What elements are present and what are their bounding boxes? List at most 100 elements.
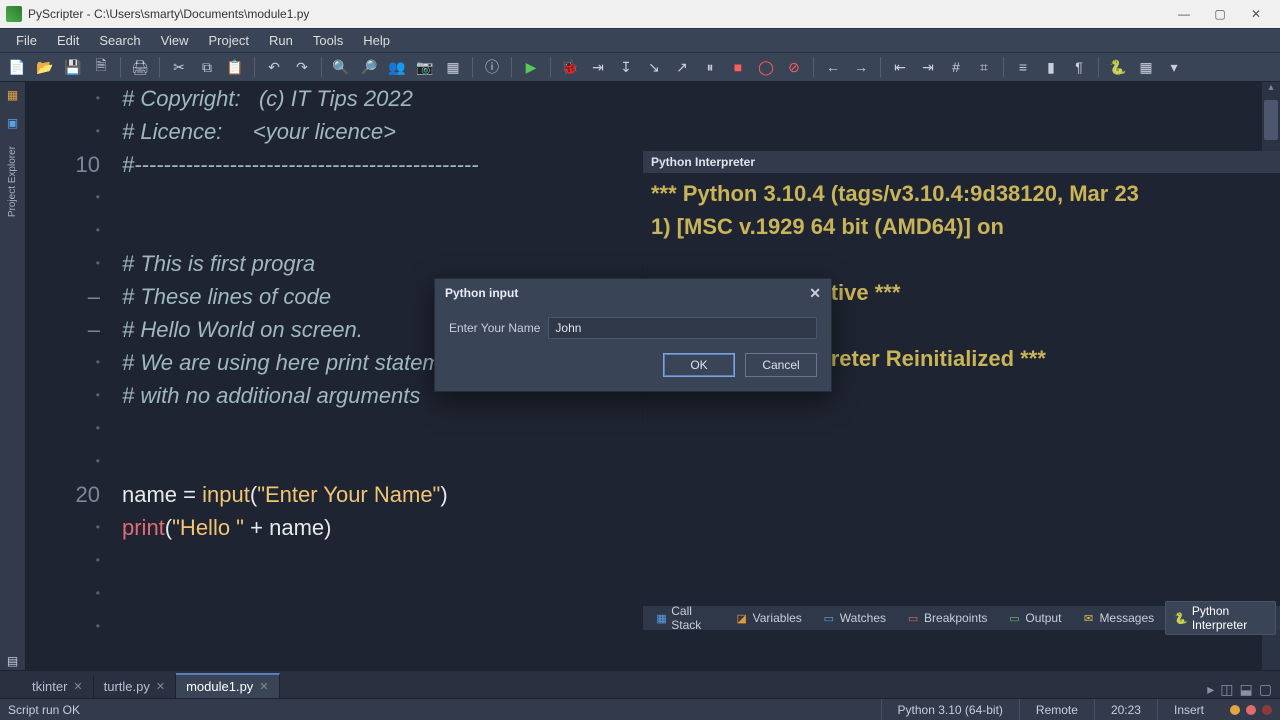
screenshot-icon[interactable]: 📷: [414, 56, 436, 78]
file-tab-turtle-py[interactable]: turtle.py✕: [94, 675, 176, 698]
status-insert: Insert: [1157, 699, 1220, 720]
app-icon: [6, 6, 22, 22]
nav-back-icon[interactable]: ←: [822, 56, 844, 78]
find-replace-icon[interactable]: 🔎: [358, 56, 380, 78]
left-sidebar: ▦ ▣ Project Explorer ▤: [0, 82, 26, 670]
menu-project[interactable]: Project: [199, 31, 259, 50]
run-icon[interactable]: ▶: [520, 56, 542, 78]
scroll-up-icon[interactable]: ▴: [1262, 82, 1280, 98]
maximize-button[interactable]: ▢: [1202, 6, 1238, 22]
cancel-button[interactable]: Cancel: [745, 353, 817, 377]
scroll-thumb[interactable]: [1264, 100, 1278, 140]
bottom-tab-breakpoints[interactable]: ▭Breakpoints: [897, 608, 996, 628]
syntax-check-icon[interactable]: ⓘ: [481, 56, 503, 78]
status-position: 20:23: [1094, 699, 1157, 720]
open-file-icon[interactable]: 📂: [34, 56, 56, 78]
bottom-tab-messages[interactable]: ✉Messages: [1072, 608, 1163, 628]
dialog-title: Python input: [445, 286, 518, 300]
stop-icon[interactable]: ■: [727, 56, 749, 78]
nav-fwd-icon[interactable]: →: [850, 56, 872, 78]
minimize-button[interactable]: —: [1166, 6, 1202, 22]
ok-button[interactable]: OK: [663, 353, 735, 377]
step-over-icon[interactable]: ↧: [615, 56, 637, 78]
bottom-tab-output[interactable]: ▭Output: [998, 608, 1070, 628]
menu-view[interactable]: View: [151, 31, 199, 50]
dialog-titlebar: Python input ✕: [435, 279, 831, 307]
bottom-tab-strip: ▦Call Stack◪Variables▭Watches▭Breakpoint…: [643, 606, 1280, 630]
bottom-tab-watches[interactable]: ▭Watches: [813, 608, 895, 628]
close-button[interactable]: ✕: [1238, 6, 1274, 22]
menu-tools[interactable]: Tools: [303, 31, 353, 50]
explorer-icon[interactable]: ▦: [4, 86, 22, 104]
print-icon[interactable]: 🖨: [129, 56, 151, 78]
step-out-icon[interactable]: ↗: [671, 56, 693, 78]
pause-icon[interactable]: ⏸: [699, 56, 721, 78]
indent-icon[interactable]: ⇥: [917, 56, 939, 78]
tab-actions: ▸ ◫ ⬓ ▢: [1207, 681, 1280, 698]
bottom-tab-call-stack[interactable]: ▦Call Stack: [647, 601, 724, 635]
file-tab-strip: tkinter✕turtle.py✕module1.py✕ ▸ ◫ ⬓ ▢: [0, 670, 1280, 698]
cut-icon[interactable]: ✂: [168, 56, 190, 78]
goto-icon[interactable]: ▦: [442, 56, 464, 78]
redo-icon[interactable]: ↷: [291, 56, 313, 78]
split-v-icon[interactable]: ⬓: [1240, 681, 1253, 698]
menu-search[interactable]: Search: [89, 31, 150, 50]
undo-icon[interactable]: ↶: [263, 56, 285, 78]
comment-icon[interactable]: #: [945, 56, 967, 78]
interpreter-title: Python Interpreter: [643, 151, 1280, 173]
tab-close-icon[interactable]: ✕: [156, 680, 165, 693]
window-title: PyScripter - C:\Users\smarty\Documents\m…: [28, 7, 1166, 21]
dialog-close-icon[interactable]: ✕: [809, 285, 821, 302]
status-python[interactable]: Python 3.10 (64-bit): [881, 699, 1019, 720]
tab-close-icon[interactable]: ✕: [259, 680, 268, 693]
tab-close-icon[interactable]: ✕: [73, 680, 82, 693]
menu-edit[interactable]: Edit: [47, 31, 89, 50]
dialog-label: Enter Your Name: [449, 321, 540, 335]
search-icon[interactable]: 🔍: [330, 56, 352, 78]
find-in-files-icon[interactable]: 👥: [386, 56, 408, 78]
run-to-cursor-icon[interactable]: ⇥: [587, 56, 609, 78]
clear-breakpoints-icon[interactable]: ⊘: [783, 56, 805, 78]
dialog-input[interactable]: [548, 317, 817, 339]
file-tab-module1-py[interactable]: module1.py✕: [176, 673, 279, 698]
maximize-editor-icon[interactable]: ▢: [1259, 681, 1272, 698]
python-input-dialog: Python input ✕ Enter Your Name OK Cancel: [434, 278, 832, 392]
python-versions-icon[interactable]: 🐍: [1107, 56, 1129, 78]
toolbar: 📄 📂 💾 🗎 🖨 ✂ ⧉ 📋 ↶ ↷ 🔍 🔎 👥 📷 ▦ ⓘ ▶ 🐞 ⇥ ↧ …: [0, 52, 1280, 82]
sidebar-label: Project Explorer: [7, 146, 18, 217]
save-icon[interactable]: 💾: [62, 56, 84, 78]
status-dot-modified-icon: [1230, 705, 1240, 715]
pilcrow-icon[interactable]: ¶: [1068, 56, 1090, 78]
file-tab-tkinter[interactable]: tkinter✕: [22, 675, 94, 698]
menu-help[interactable]: Help: [353, 31, 400, 50]
debug-icon[interactable]: 🐞: [559, 56, 581, 78]
step-into-icon[interactable]: ↘: [643, 56, 665, 78]
outdent-icon[interactable]: ⇤: [889, 56, 911, 78]
status-dot-recording-icon: [1262, 705, 1272, 715]
status-dot-error-icon: [1246, 705, 1256, 715]
new-file-icon[interactable]: 📄: [6, 56, 28, 78]
uncomment-icon[interactable]: ⌗: [973, 56, 995, 78]
bottom-tab-variables[interactable]: ◪Variables: [726, 608, 811, 628]
tab-menu-icon[interactable]: ▸: [1207, 681, 1214, 698]
main-area: ▦ ▣ Project Explorer ▤ ••10•••––••••20••…: [0, 82, 1280, 670]
paste-icon[interactable]: 📋: [224, 56, 246, 78]
structure-icon[interactable]: ▤: [4, 652, 22, 670]
config-icon[interactable]: ▾: [1163, 56, 1185, 78]
window-titlebar: PyScripter - C:\Users\smarty\Documents\m…: [0, 0, 1280, 28]
editor[interactable]: ••10•••––••••20•••• # Copyright: (c) IT …: [26, 82, 1280, 670]
menu-bar: FileEditSearchViewProjectRunToolsHelp: [0, 28, 1280, 52]
menu-run[interactable]: Run: [259, 31, 303, 50]
copy-icon[interactable]: ⧉: [196, 56, 218, 78]
save-all-icon[interactable]: 🗎: [90, 56, 112, 78]
status-engine[interactable]: Remote: [1019, 699, 1094, 720]
bottom-tab-python-interpreter[interactable]: 🐍Python Interpreter: [1165, 601, 1276, 635]
bookmarks-icon[interactable]: ▮: [1040, 56, 1062, 78]
list-icon[interactable]: ≡: [1012, 56, 1034, 78]
toggle-breakpoint-icon[interactable]: ◯: [755, 56, 777, 78]
line-gutter: ••10•••––••••20••••: [26, 82, 116, 670]
menu-file[interactable]: File: [6, 31, 47, 50]
project-icon[interactable]: ▣: [4, 114, 22, 132]
split-h-icon[interactable]: ◫: [1220, 681, 1233, 698]
layouts-icon[interactable]: ▦: [1135, 56, 1157, 78]
